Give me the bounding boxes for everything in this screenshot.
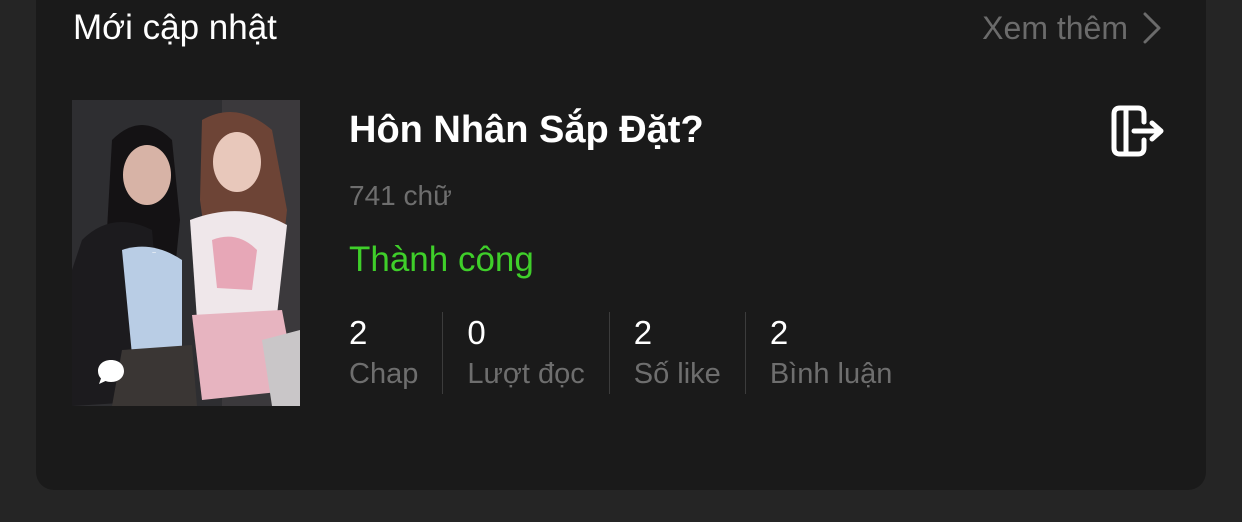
stat-label: Lượt đọc <box>467 358 585 390</box>
status-badge: Thành công <box>349 240 534 279</box>
stat-value: 2 <box>769 314 789 351</box>
see-more-label: Xem thêm <box>982 10 1128 46</box>
word-count: 741 chữ <box>349 180 452 211</box>
stat-chapters: 2 Chap <box>349 312 442 394</box>
stat-value: 0 <box>467 314 486 351</box>
chevron-right-icon <box>1142 11 1162 45</box>
stat-label: Số like <box>633 358 721 390</box>
see-more-link[interactable]: Xem thêm <box>982 6 1162 50</box>
stat-value: 2 <box>633 314 653 351</box>
stat-comments: 2 Bình luận <box>744 312 917 394</box>
svg-text:~: ~ <box>152 250 156 257</box>
stat-likes: 2 Số like <box>608 312 745 394</box>
chat-bubble-icon <box>96 358 126 386</box>
stat-value: 2 <box>349 314 368 351</box>
section-title: Mới cập nhật <box>73 8 277 47</box>
book-cover[interactable]: ~ <box>72 100 300 406</box>
stat-reads: 0 Lượt đọc <box>442 312 608 394</box>
book-stats: 2 Chap 0 Lượt đọc 2 Số like 2 Bình luận <box>349 312 916 394</box>
stat-label: Bình luận <box>769 358 893 390</box>
stat-label: Chap <box>349 358 419 390</box>
book-title[interactable]: Hôn Nhân Sắp Đặt? <box>349 106 704 154</box>
exit-door-icon[interactable] <box>1110 104 1166 158</box>
